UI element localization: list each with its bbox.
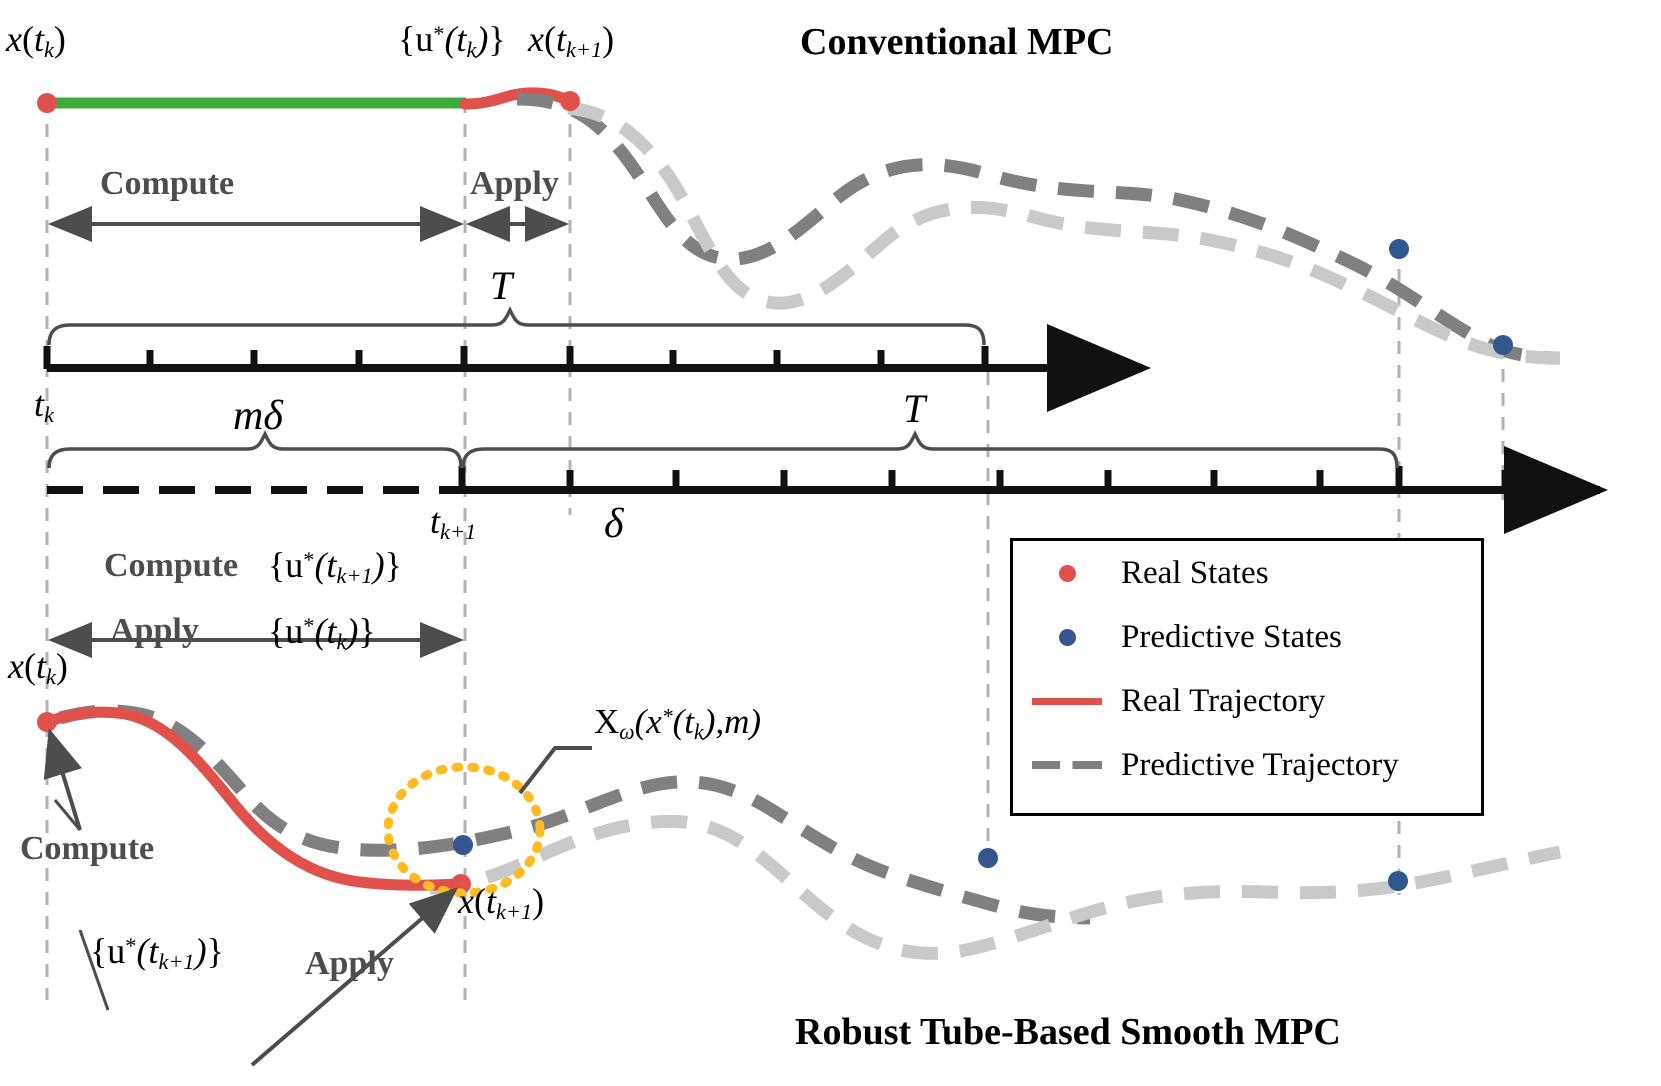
legend-item-real-states: Real States <box>1013 541 1481 605</box>
top-state-end-label: x(tk+1) <box>528 19 615 63</box>
predictive-state-dot <box>1388 871 1408 891</box>
tube-leader-line <box>518 746 592 795</box>
compute-control-bottom: {u*(tk+1)} <box>268 545 402 589</box>
top-state-start-text: x(tk) <box>6 19 66 63</box>
title-conventional-mpc: Conventional MPC <box>800 21 1114 63</box>
legend-item-real-trajectory: Real Trajectory <box>1013 669 1481 733</box>
brace-label-T-dashed: T <box>903 386 926 431</box>
brace-T-dashed <box>461 430 1399 469</box>
blue-dot-icon <box>1013 628 1121 646</box>
dashed-timeline-axis <box>47 430 1608 534</box>
legend-box: Real States Predictive States Real Traje… <box>1010 538 1484 816</box>
real-state-dot <box>37 712 57 732</box>
red-dot-icon <box>1013 564 1121 582</box>
brace-label-mdelta: mδ <box>233 393 283 439</box>
predictive-state-dot <box>1493 335 1513 355</box>
red-line-icon <box>1013 697 1121 705</box>
legend-item-predictive-trajectory: Predictive Trajectory <box>1013 733 1481 797</box>
solid-timeline-axis <box>43 306 1151 412</box>
axis-label-delta: δ <box>604 501 624 547</box>
legend-label: Real Trajectory <box>1121 682 1326 719</box>
legend-label: Predictive Trajectory <box>1121 746 1399 783</box>
brace-label-T-solid: T <box>490 263 513 308</box>
axis-label-tk1: tk+1 <box>430 501 477 545</box>
bottom-predictive-nominal <box>58 704 1091 925</box>
tube-label: Xω(x*(tk),m) <box>594 702 762 745</box>
apply-label-bottom: Apply <box>110 612 199 649</box>
top-state-start-label: x(tk) <box>6 18 66 63</box>
compute-annotation-control: {u*(tk+1)} <box>90 931 224 975</box>
brace-T-solid <box>47 306 986 346</box>
compute-label-top: Compute <box>100 165 235 202</box>
legend-label: Real States <box>1121 554 1269 591</box>
apply-control-bottom: {u*(tk)} <box>268 611 376 655</box>
real-state-dot <box>560 91 580 111</box>
legend-label: Predictive States <box>1121 618 1342 655</box>
bottom-state-end-label: x(tk+1) <box>458 881 545 925</box>
apply-label-top: Apply <box>470 165 559 202</box>
compute-label-bottom: Compute <box>104 547 239 584</box>
title-robust-tube-mpc: Robust Tube-Based Smooth MPC <box>795 1011 1341 1053</box>
predictive-state-dot <box>978 848 998 868</box>
top-predictive-tube <box>567 101 1561 365</box>
predictive-state-dot <box>1389 239 1409 259</box>
top-control-label: {u*(tk)} <box>398 19 506 63</box>
predictive-state-dot <box>453 835 473 855</box>
real-state-dot <box>37 93 57 113</box>
legend-item-predictive-states: Predictive States <box>1013 605 1481 669</box>
top-predictive-nominal <box>516 92 1561 365</box>
axis-origin-label-tk: tk <box>34 384 54 428</box>
compute-annotation-bottom: Compute <box>20 830 155 867</box>
apply-annotation-bottom: Apply <box>305 945 394 982</box>
gray-dash-icon <box>1013 761 1121 769</box>
diagram-root: x(tk) {u*(tk)} x(tk+1) Conventional MPC … <box>0 0 1661 1086</box>
xtk-leader-arrow <box>43 728 83 831</box>
bottom-state-start-label: x(tk) <box>8 646 68 690</box>
